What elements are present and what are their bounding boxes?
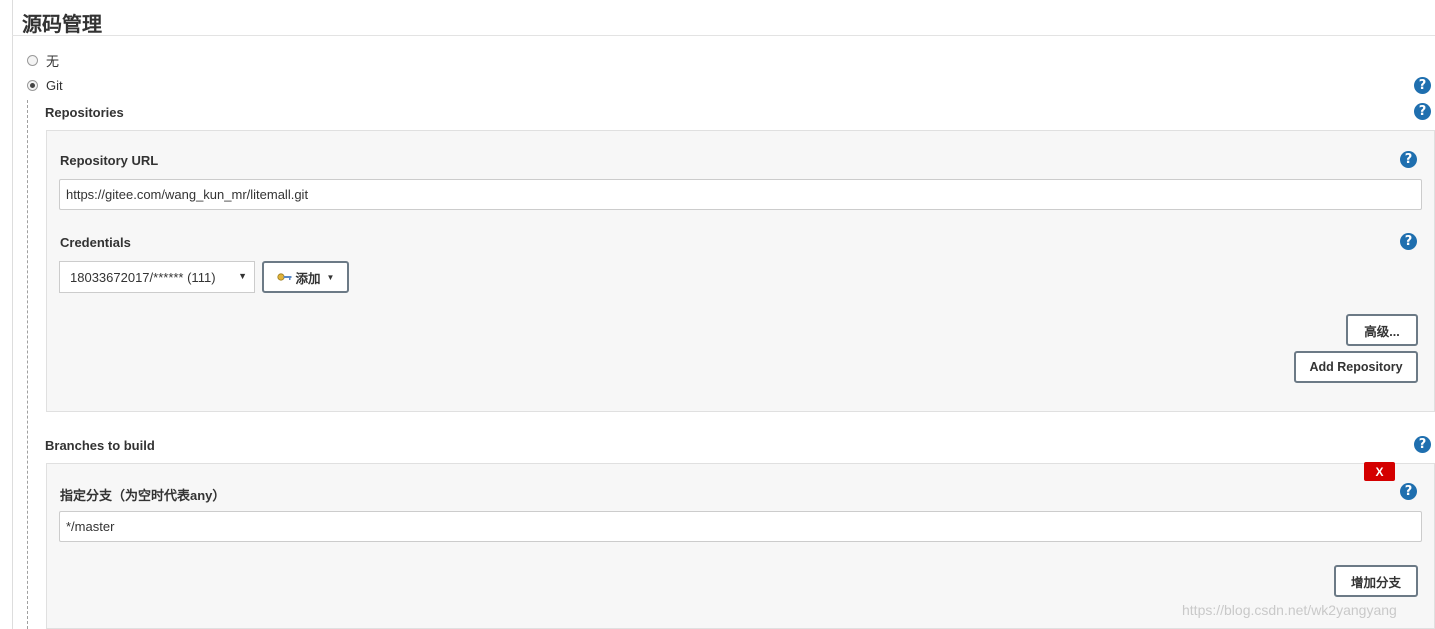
caret-down-icon: ▼: [326, 272, 335, 282]
watermark: https://blog.csdn.net/wk2yangyang: [1182, 602, 1397, 618]
scm-git-radio[interactable]: [27, 80, 38, 91]
repository-url-label: Repository URL: [60, 153, 159, 168]
add-credentials-label: 添加: [295, 271, 321, 286]
repository-url-input[interactable]: [59, 179, 1422, 210]
credentials-selected-value: 18033672017/****** (111): [70, 269, 216, 285]
scm-option-none[interactable]: 无: [27, 51, 59, 70]
scm-none-label: 无: [46, 54, 60, 69]
branch-specifier-input[interactable]: [59, 511, 1422, 542]
branches-label: Branches to build: [45, 438, 155, 453]
add-credentials-button[interactable]: 添加 ▼: [262, 261, 349, 293]
git-config-indent-line: [27, 100, 28, 629]
repositories-help-icon[interactable]: ?: [1414, 103, 1431, 120]
scm-option-git[interactable]: Git: [27, 78, 63, 93]
advanced-button[interactable]: 高级...: [1346, 314, 1418, 346]
credentials-help-icon[interactable]: ?: [1400, 233, 1417, 250]
section-divider: [12, 35, 1435, 36]
repositories-label: Repositories: [45, 105, 124, 120]
branch-specifier-label: 指定分支（为空时代表any）: [60, 488, 226, 503]
git-help-icon[interactable]: ?: [1414, 77, 1431, 94]
page-left-border: [12, 0, 13, 629]
repository-panel: Repository URL ? Credentials ? 180336720…: [46, 130, 1435, 412]
delete-branch-button[interactable]: X: [1364, 462, 1395, 481]
credentials-select[interactable]: 18033672017/****** (111) ▼: [59, 261, 255, 293]
section-title: 源码管理: [22, 14, 102, 36]
dropdown-arrow-icon: ▼: [238, 271, 247, 281]
credentials-label: Credentials: [60, 235, 131, 250]
scm-git-label: Git: [46, 78, 63, 93]
add-repository-button[interactable]: Add Repository: [1294, 351, 1418, 383]
key-icon: [276, 273, 292, 281]
add-branch-button[interactable]: 增加分支: [1334, 565, 1418, 597]
scm-none-radio[interactable]: [27, 55, 38, 66]
branches-help-icon[interactable]: ?: [1414, 436, 1431, 453]
repository-url-help-icon[interactable]: ?: [1400, 151, 1417, 168]
branch-specifier-help-icon[interactable]: ?: [1400, 483, 1417, 500]
